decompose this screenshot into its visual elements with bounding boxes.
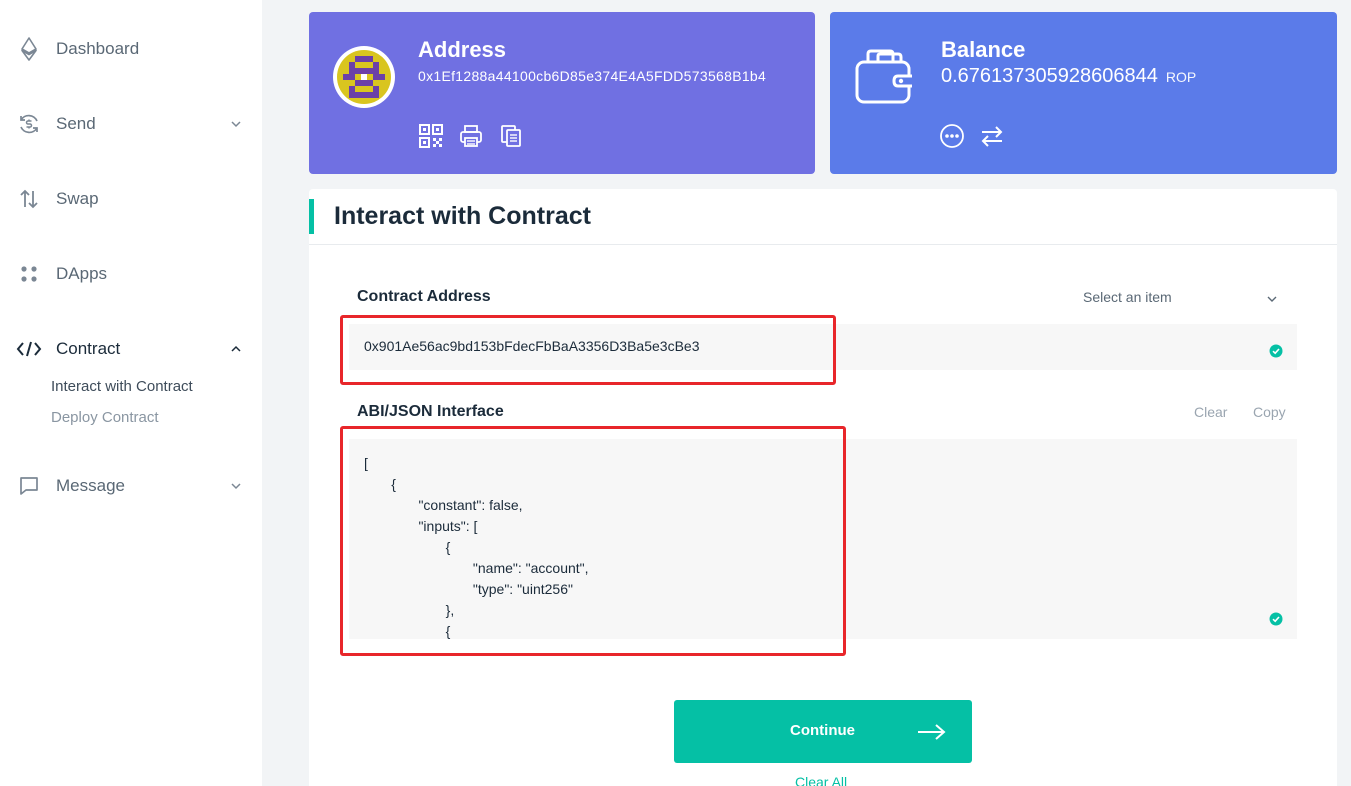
- transfer-icon[interactable]: [979, 123, 1005, 149]
- sidebar-item-label: Message: [56, 476, 125, 495]
- abi-json-textarea[interactable]: [ { "constant": false, "inputs": [ { "na…: [349, 439, 1297, 639]
- chevron-down-icon[interactable]: [228, 478, 244, 494]
- sidebar-item-label: Swap: [56, 189, 99, 208]
- sidebar: Dashboard Send Swap DApps Contract Inter…: [0, 0, 262, 786]
- swap-arrows-icon: [16, 187, 42, 211]
- abi-json-value: [ { "constant": false, "inputs": [ { "na…: [364, 455, 589, 639]
- address-card: Address 0x1Ef1288a44100cb6D85e374E4A5FDD…: [309, 12, 815, 174]
- dollar-refresh-icon: [16, 112, 42, 136]
- sidebar-item-contract[interactable]: Contract: [0, 329, 262, 369]
- sidebar-item-send[interactable]: Send: [0, 104, 262, 144]
- continue-label: Continue: [790, 722, 855, 739]
- chevron-up-icon[interactable]: [228, 341, 244, 357]
- grid-dots-icon: [16, 262, 42, 286]
- balance-amount: 0.676137305928606844: [941, 65, 1158, 87]
- balance-card: Balance 0.676137305928606844 ROP: [830, 12, 1337, 174]
- chevron-down-icon: [1267, 296, 1277, 302]
- address-title: Address: [418, 37, 507, 62]
- sidebar-subitem-interact-contract[interactable]: Interact with Contract: [51, 378, 193, 395]
- interact-contract-panel: Interact with Contract Contract Address …: [309, 189, 1337, 786]
- more-icon[interactable]: [939, 123, 965, 149]
- balance-unit: ROP: [1165, 69, 1197, 85]
- balance-title: Balance: [941, 37, 1026, 62]
- contract-address-input[interactable]: 0x901Ae56ac9bd153bFdecFbBaA3356D3Ba5e3cB…: [349, 324, 1297, 370]
- chevron-down-icon[interactable]: [228, 116, 244, 132]
- check-circle-icon: [1269, 344, 1283, 358]
- chat-bubble-icon: [16, 474, 42, 498]
- sidebar-item-message[interactable]: Message: [0, 466, 262, 506]
- check-circle-icon: [1269, 612, 1283, 626]
- ethereum-icon: [16, 37, 42, 61]
- sidebar-item-label: Send: [56, 114, 96, 133]
- address-value: 0x1Ef1288a44100cb6D85e374E4A5FDD573568B1…: [418, 68, 767, 84]
- clear-button[interactable]: Clear: [1194, 404, 1227, 420]
- panel-header: Interact with Contract: [309, 189, 1337, 245]
- copy-icon[interactable]: [498, 123, 524, 149]
- sidebar-item-dapps[interactable]: DApps: [0, 254, 262, 294]
- select-placeholder: Select an item: [1083, 289, 1172, 305]
- avatar: [333, 46, 395, 108]
- code-icon: [16, 337, 42, 361]
- arrow-right-icon: [918, 724, 946, 740]
- sidebar-item-dashboard[interactable]: Dashboard: [0, 29, 262, 69]
- abi-json-label: ABI/JSON Interface: [357, 403, 504, 420]
- contract-address-value: 0x901Ae56ac9bd153bFdecFbBaA3356D3Ba5e3cB…: [364, 338, 700, 354]
- sidebar-item-label: Dashboard: [56, 39, 140, 58]
- panel-accent-bar: [309, 199, 314, 234]
- sidebar-item-swap[interactable]: Swap: [0, 179, 262, 219]
- clear-all-link[interactable]: Clear All: [795, 774, 847, 786]
- copy-button[interactable]: Copy: [1253, 404, 1286, 420]
- wallet-icon: [855, 49, 912, 104]
- sidebar-item-label: Contract: [56, 339, 121, 358]
- contract-address-label: Contract Address: [357, 288, 491, 305]
- sidebar-item-label: DApps: [56, 264, 108, 283]
- continue-button[interactable]: Continue: [674, 700, 972, 763]
- printer-icon[interactable]: [458, 123, 484, 149]
- sidebar-subitem-deploy-contract[interactable]: Deploy Contract: [51, 409, 159, 426]
- qr-code-icon[interactable]: [418, 123, 444, 149]
- balance-value: 0.676137305928606844 ROP: [941, 65, 1196, 88]
- contract-select-dropdown[interactable]: Select an item: [1083, 289, 1279, 309]
- page-title: Interact with Contract: [334, 202, 591, 230]
